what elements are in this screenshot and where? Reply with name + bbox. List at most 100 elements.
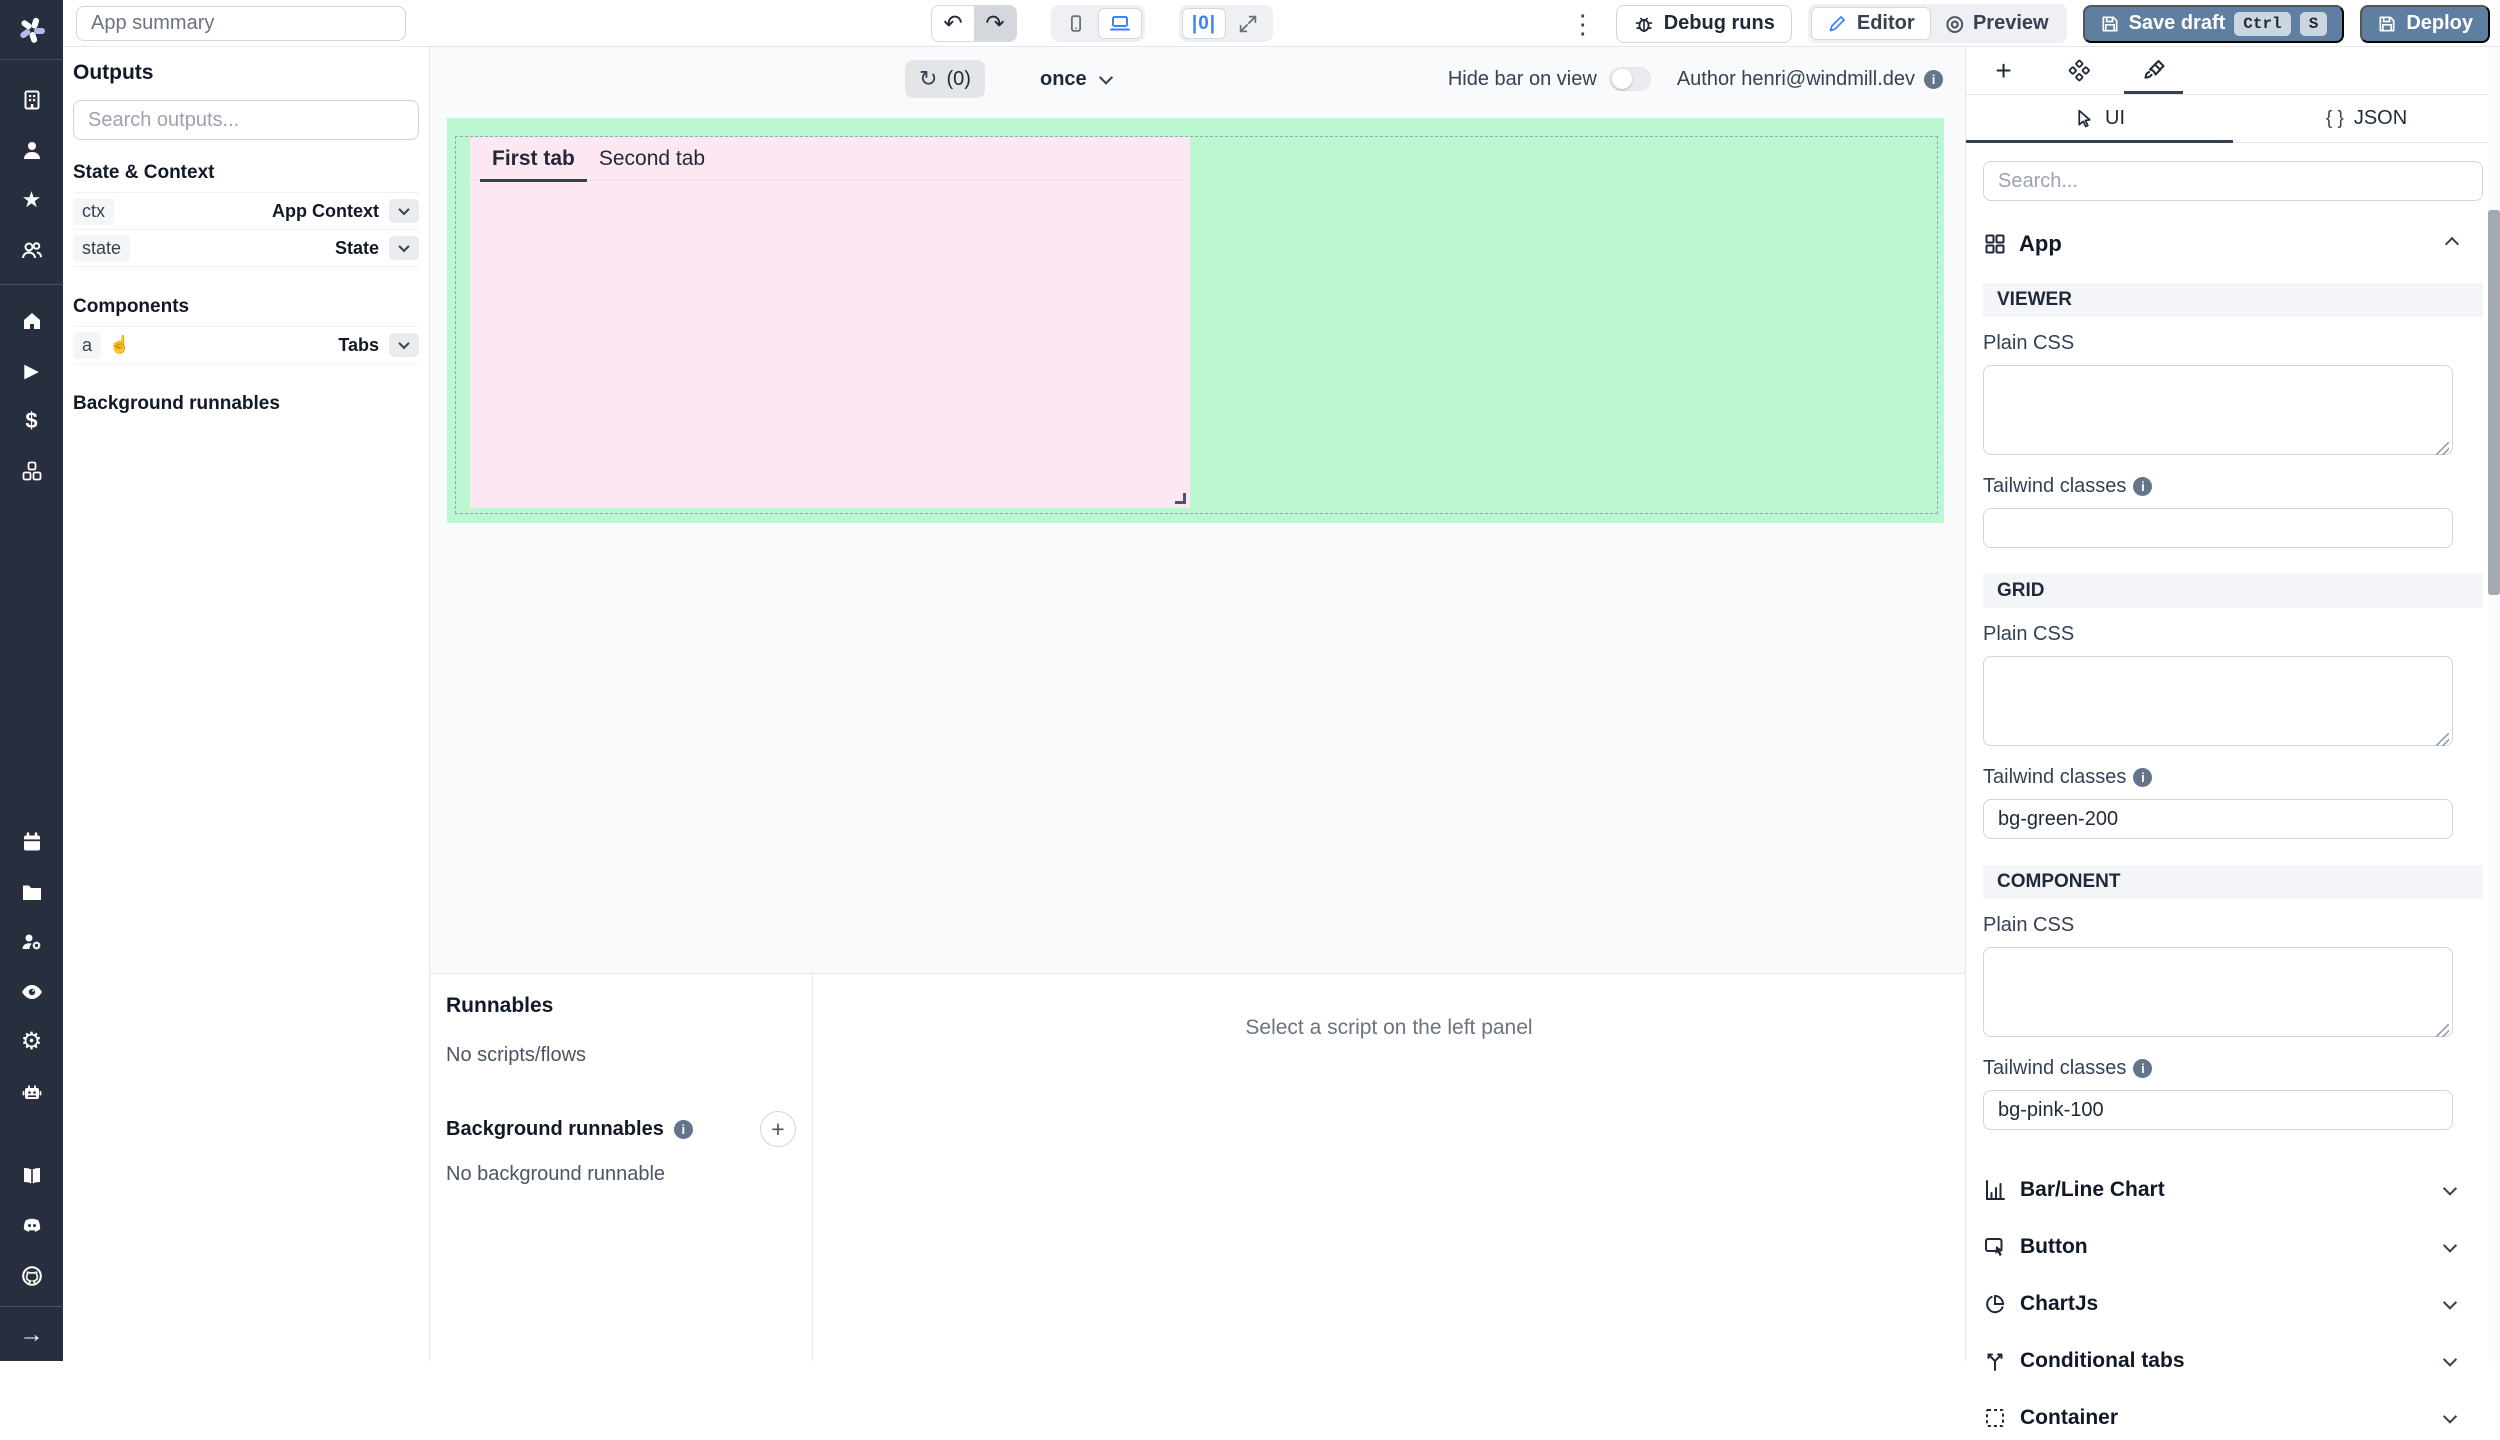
ctx-expand-button[interactable] [389, 199, 419, 223]
user-icon-sidebar[interactable] [18, 136, 46, 164]
resources-icon-sidebar[interactable] [18, 457, 46, 485]
gear-icon: ⚙ [21, 1030, 43, 1054]
save-draft-label: Save draft [2129, 12, 2226, 35]
tab-first[interactable]: First tab [480, 137, 587, 180]
component-settings-tab[interactable] [2041, 47, 2116, 94]
tab-json[interactable]: { } JSON [2233, 95, 2500, 142]
cubes-icon [20, 459, 44, 483]
section-container[interactable]: Container [1983, 1396, 2483, 1440]
chevron-down-icon [398, 241, 409, 252]
debug-runs-button[interactable]: Debug runs [1616, 5, 1792, 43]
discord-icon-sidebar[interactable] [18, 1212, 46, 1240]
fullwidth-button[interactable] [1226, 8, 1270, 39]
audit-icon-sidebar[interactable] [18, 978, 46, 1006]
tabs-component[interactable]: First tab Second tab [470, 137, 1190, 508]
variables-icon-sidebar[interactable]: $ [18, 407, 46, 435]
output-row-component-a[interactable]: a ☝ Tabs [73, 326, 419, 364]
info-icon[interactable]: i [1924, 70, 1943, 89]
github-icon-sidebar[interactable] [18, 1262, 46, 1290]
editor-preview-toggle: Editor ◎ Preview [1808, 4, 2067, 43]
grid-plain-css-textarea[interactable] [1983, 656, 2453, 746]
center-align-button[interactable]: |0| [1182, 8, 1226, 39]
sidebar-bottom-divider [0, 1306, 63, 1307]
schedules-icon-sidebar[interactable] [18, 828, 46, 856]
component-a-type-label: Tabs [338, 335, 379, 356]
windmill-logo-icon [16, 14, 48, 46]
windmill-logo[interactable] [0, 0, 63, 60]
app-section-header[interactable]: App [1983, 231, 2483, 257]
styling-tab[interactable] [2116, 47, 2191, 94]
resize-corner-icon[interactable] [2436, 733, 2449, 746]
desktop-view-button[interactable] [1098, 8, 1142, 39]
save-draft-button[interactable]: Save draft Ctrl S [2083, 5, 2345, 43]
editor-label: Editor [1857, 12, 1915, 35]
viewer-tailwind-input[interactable] [1983, 508, 2453, 548]
panel-scrollbar[interactable] [2488, 47, 2500, 1361]
preview-tab[interactable]: ◎ Preview [1931, 7, 2064, 40]
info-icon[interactable]: i [2133, 477, 2152, 496]
app-grid-background[interactable]: First tab Second tab [447, 118, 1944, 523]
settings-icon-sidebar[interactable]: ⚙ [18, 1028, 46, 1056]
hide-bar-toggle[interactable] [1609, 67, 1651, 91]
info-icon[interactable]: i [2133, 768, 2152, 787]
deploy-button[interactable]: Deploy [2360, 5, 2490, 43]
align-center-icon: |0| [1192, 13, 1216, 35]
section-chartjs[interactable]: ChartJs [1983, 1282, 2483, 1326]
runs-icon-sidebar[interactable]: ▶ [18, 357, 46, 385]
viewer-plain-css-label: Plain CSS [1983, 332, 2483, 355]
resize-corner-icon[interactable] [2436, 442, 2449, 455]
ai-icon-sidebar[interactable] [18, 1078, 46, 1106]
home-icon [20, 309, 44, 333]
search-outputs-input[interactable] [73, 100, 419, 140]
component-resize-handle[interactable] [1175, 493, 1186, 504]
grid-tailwind-input[interactable] [1983, 799, 2453, 839]
resize-corner-icon[interactable] [2436, 1024, 2449, 1037]
device-toggle-group [1051, 5, 1145, 42]
section-bar-line-chart[interactable]: Bar/Line Chart [1983, 1168, 2483, 1212]
component-tailwind-input[interactable] [1983, 1090, 2453, 1130]
tab-ui[interactable]: UI [1966, 95, 2233, 142]
undo-button[interactable]: ↶ [932, 6, 974, 41]
collapse-sidebar-button[interactable]: → [18, 1321, 46, 1349]
viewer-plain-css-textarea[interactable] [1983, 365, 2453, 455]
ctx-key-badge: ctx [73, 198, 114, 225]
favorites-icon-sidebar[interactable]: ★ [18, 186, 46, 214]
braces-icon: { } [2326, 108, 2344, 130]
redo-button[interactable]: ↷ [974, 6, 1016, 41]
groups-icon-sidebar[interactable] [18, 236, 46, 264]
tab-second[interactable]: Second tab [587, 137, 717, 180]
insert-component-tab[interactable]: + [1966, 47, 2041, 94]
kebab-menu-icon[interactable]: ⋮ [1566, 11, 1600, 37]
groups-admin-icon-sidebar[interactable] [18, 928, 46, 956]
output-row-ctx[interactable]: ctx App Context [73, 192, 419, 230]
workspace-icon[interactable] [18, 86, 46, 114]
grid-plain-css-label: Plain CSS [1983, 623, 2483, 646]
component-plain-css-textarea[interactable] [1983, 947, 2453, 1037]
styling-search-input[interactable] [1983, 161, 2483, 201]
main-sidebar: ★ ▶ $ ⚙ [0, 0, 63, 1361]
editor-tab[interactable]: Editor [1811, 7, 1931, 40]
viewer-tailwind-label: Tailwind classes i [1983, 475, 2483, 498]
dollar-icon: $ [25, 410, 37, 432]
component-a-expand-button[interactable] [389, 333, 419, 357]
folders-icon-sidebar[interactable] [18, 878, 46, 906]
section-conditional-tabs[interactable]: Conditional tabs [1983, 1339, 2483, 1383]
section-button[interactable]: Button [1983, 1225, 2483, 1269]
home-icon-sidebar[interactable] [18, 307, 46, 335]
recompute-policy-dropdown[interactable]: once [1040, 60, 1111, 98]
section-label: Container [2020, 1406, 2118, 1430]
recompute-button[interactable]: ↻ (0) [905, 60, 985, 98]
mobile-view-button[interactable] [1054, 8, 1098, 39]
kbd-s: S [2300, 12, 2328, 36]
add-background-runnable-button[interactable]: + [760, 1111, 796, 1147]
scrollbar-thumb[interactable] [2488, 210, 2500, 595]
state-expand-button[interactable] [389, 236, 419, 260]
info-icon[interactable]: i [674, 1120, 693, 1139]
output-row-state[interactable]: state State [73, 229, 419, 267]
grid-group-header: GRID [1983, 574, 2483, 608]
info-icon[interactable]: i [2133, 1059, 2152, 1078]
docs-icon-sidebar[interactable] [18, 1162, 46, 1190]
app-summary-input[interactable] [76, 6, 406, 41]
component-group-header: COMPONENT [1983, 865, 2483, 899]
chevron-down-icon [2443, 1353, 2457, 1367]
